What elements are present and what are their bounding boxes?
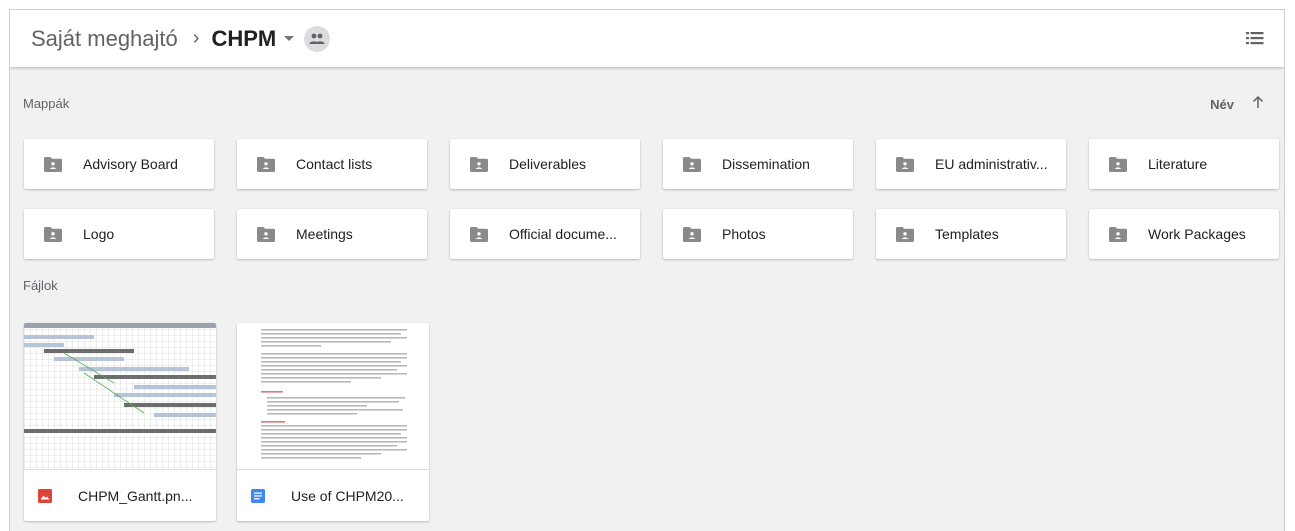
files-section-label: Fájlok: [23, 278, 58, 293]
breadcrumb-separator: ›: [192, 27, 200, 49]
shared-folder-icon: [44, 226, 62, 242]
gantt-thumbnail: [24, 323, 216, 470]
folder-label: Photos: [722, 226, 766, 242]
folder-label: Templates: [935, 226, 999, 242]
shared-folder-icon: [896, 226, 914, 242]
folder-label: Literature: [1148, 156, 1208, 172]
folder-label: Logo: [83, 226, 115, 242]
folder-item[interactable]: Photos: [663, 209, 853, 259]
folder-label: Meetings: [296, 226, 353, 242]
folder-label: Advisory Board: [83, 156, 178, 172]
chevron-down-icon[interactable]: [284, 36, 295, 41]
shared-folder-icon: [470, 226, 488, 242]
file-card[interactable]: Use of CHPM20...: [237, 323, 429, 521]
folder-label: Contact lists: [296, 156, 373, 172]
folder-item[interactable]: Templates: [876, 209, 1066, 259]
folder-label: Work Packages: [1148, 226, 1246, 242]
image-file-icon: [38, 488, 52, 503]
top-bar: Saját meghajtó › CHPM: [10, 10, 1284, 67]
folder-label: EU administrativ...: [935, 156, 1048, 172]
list-view-icon[interactable]: [1244, 27, 1266, 49]
shared-folder-icon: [257, 226, 275, 242]
drive-window: Saját meghajtó › CHPM Mappák Név Advisor…: [9, 9, 1285, 531]
folder-item[interactable]: Literature: [1089, 139, 1279, 189]
folder-label: Dissemination: [722, 156, 810, 172]
folder-item[interactable]: Logo: [24, 209, 214, 259]
folder-item[interactable]: Meetings: [237, 209, 427, 259]
shared-folder-icon: [1109, 226, 1127, 242]
arrow-up-icon[interactable]: [1250, 94, 1266, 110]
sort-by-name[interactable]: Név: [1210, 97, 1234, 112]
file-footer: Use of CHPM20...: [237, 470, 429, 521]
document-thumbnail: [237, 323, 429, 470]
people-icon[interactable]: [304, 25, 331, 52]
folder-label: Deliverables: [509, 156, 587, 172]
breadcrumb-root[interactable]: Saját meghajtó: [31, 26, 178, 52]
shared-folder-icon: [257, 156, 275, 172]
folder-item[interactable]: Contact lists: [237, 139, 427, 189]
folder-item[interactable]: Deliverables: [450, 139, 640, 189]
file-footer: CHPM_Gantt.pn...: [24, 470, 216, 521]
folders-section-label: Mappák: [23, 96, 70, 111]
file-name: Use of CHPM20...: [291, 487, 404, 504]
folder-label: Official docume...: [509, 226, 617, 242]
google-doc-icon: [251, 488, 265, 503]
folder-item[interactable]: Official docume...: [450, 209, 640, 259]
shared-folder-icon: [683, 156, 701, 172]
folder-item[interactable]: Dissemination: [663, 139, 853, 189]
breadcrumb-current[interactable]: CHPM: [211, 26, 276, 52]
file-card[interactable]: CHPM_Gantt.pn...: [24, 323, 216, 521]
shared-folder-icon: [470, 156, 488, 172]
shared-folder-icon: [44, 156, 62, 172]
shared-folder-icon: [1109, 156, 1127, 172]
shared-folder-icon: [683, 226, 701, 242]
folder-item[interactable]: Work Packages: [1089, 209, 1279, 259]
shared-folder-icon: [896, 156, 914, 172]
file-name: CHPM_Gantt.pn...: [78, 487, 193, 504]
folder-item[interactable]: Advisory Board: [24, 139, 214, 189]
folder-item[interactable]: EU administrativ...: [876, 139, 1066, 189]
